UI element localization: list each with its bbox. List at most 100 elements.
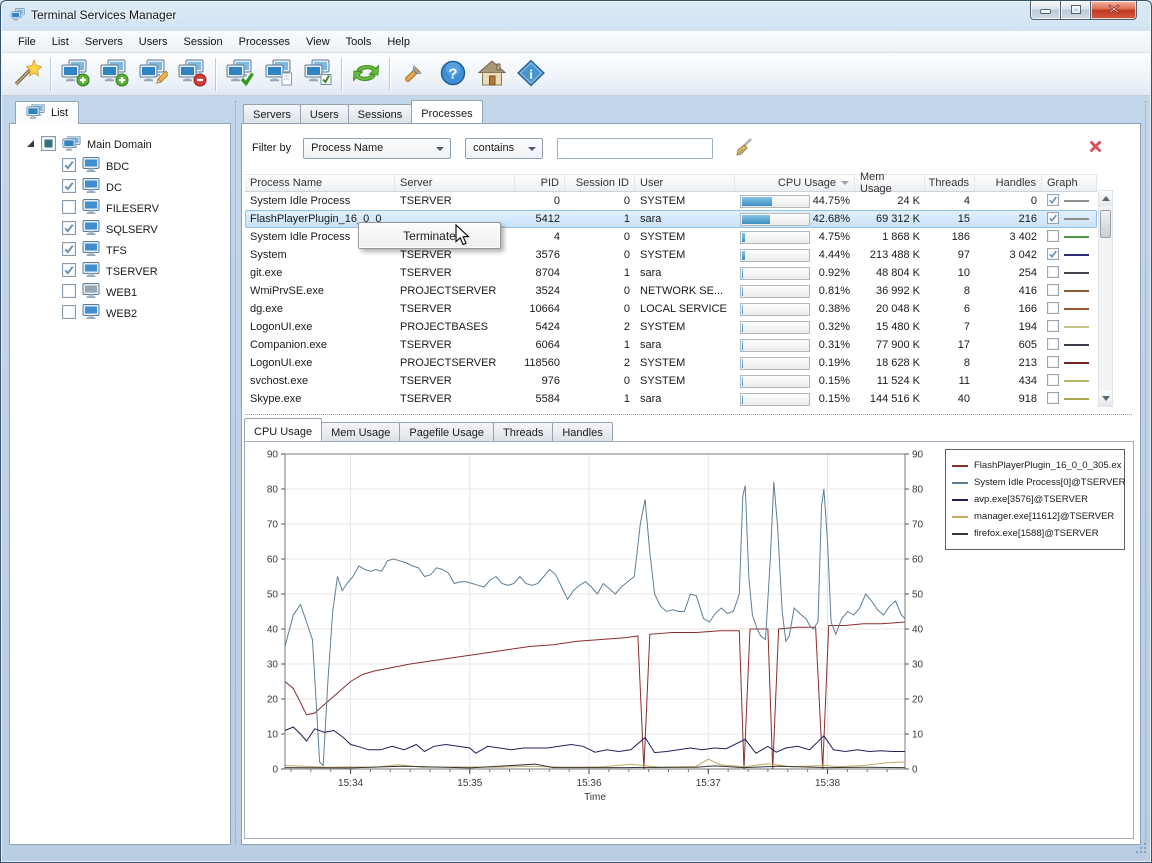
table-row-wmiprvse-exe[interactable]: WmiPrvSE.exe PROJECTSERVER 3524 0 NETWORK SE… [245, 282, 1097, 300]
server-checkbox-tfs[interactable] [62, 242, 76, 259]
tree-item-bdc[interactable]: BDC [14, 156, 226, 177]
graph-checkbox[interactable] [1047, 265, 1059, 281]
remove-server-button[interactable] [172, 55, 211, 93]
server-checkbox-fileserv[interactable] [62, 200, 76, 217]
scrollbar-up-button[interactable] [1099, 191, 1112, 206]
graph-checkbox[interactable] [1047, 193, 1059, 209]
table-row-skype-exe[interactable]: Skype.exe TSERVER 5584 1 sara 0.15% 144 516 K 4… [245, 390, 1097, 408]
column-header-user[interactable]: User [635, 175, 735, 191]
help-button[interactable]: ? [433, 55, 472, 93]
table-scrollbar[interactable] [1098, 190, 1113, 407]
graph-checkbox[interactable] [1047, 229, 1059, 245]
home-button[interactable] [472, 55, 511, 93]
column-header-mem[interactable]: Mem Usage [855, 171, 925, 195]
graph-checkbox[interactable] [1047, 211, 1059, 227]
menu-processes[interactable]: Processes [231, 33, 298, 51]
filter-field-select[interactable]: Process Name [303, 137, 452, 159]
table-row-system-idle-process[interactable]: System Idle Process TSERVER 0 0 SYSTEM 44.75%… [245, 192, 1097, 210]
server-checkbox-sqlserv[interactable] [62, 221, 76, 238]
root-checkbox[interactable] [41, 136, 56, 154]
refresh-button[interactable] [346, 55, 385, 93]
menu-users[interactable]: Users [131, 33, 176, 51]
graph-checkbox[interactable] [1047, 355, 1059, 371]
scrollbar-thumb[interactable] [1100, 210, 1111, 238]
table-row-git-exe[interactable]: git.exe TSERVER 8704 1 sara 0.92% 48 804 K 10 25… [245, 264, 1097, 282]
tab-servers[interactable]: Servers [243, 104, 301, 123]
add-server-group-button[interactable] [94, 55, 133, 93]
edit-server-button[interactable] [133, 55, 172, 93]
chart-tab-cpu-usage[interactable]: CPU Usage [244, 418, 323, 441]
close-filter-button[interactable] [1086, 139, 1104, 157]
chart-tab-threads[interactable]: Threads [492, 422, 554, 441]
table-row-svchost-exe[interactable]: svchost.exe TSERVER 976 0 SYSTEM 0.15% 11 524 … [245, 372, 1097, 390]
column-header-name[interactable]: Process Name [245, 175, 395, 191]
select-sessions-button[interactable] [298, 55, 337, 93]
close-button[interactable] [1090, 1, 1137, 20]
connect-server-button[interactable] [220, 55, 259, 93]
menu-list[interactable]: List [44, 33, 77, 51]
tree-item-tfs[interactable]: TFS [14, 240, 226, 261]
vertical-splitter[interactable] [235, 101, 239, 845]
graph-checkbox[interactable] [1047, 283, 1059, 299]
server-checkbox-tserver[interactable] [62, 263, 76, 280]
chart-tab-mem-usage[interactable]: Mem Usage [321, 422, 401, 441]
tree-item-fileserv[interactable]: FILESERV [14, 198, 226, 219]
graph-checkbox[interactable] [1047, 391, 1059, 407]
column-header-handles[interactable]: Handles [975, 175, 1042, 191]
column-header-session[interactable]: Session ID [565, 175, 635, 191]
tab-processes[interactable]: Processes [411, 100, 483, 123]
tree-item-web2[interactable]: WEB2 [14, 303, 226, 324]
scrollbar-down-button[interactable] [1099, 391, 1112, 406]
title-bar[interactable]: Terminal Services Manager [1, 1, 1151, 30]
graph-checkbox[interactable] [1047, 337, 1059, 353]
column-header-cpu[interactable]: CPU Usage [735, 175, 855, 191]
column-header-pid[interactable]: PID [515, 175, 565, 191]
menu-file[interactable]: File [10, 33, 44, 51]
graph-checkbox[interactable] [1047, 373, 1059, 389]
clear-filter-button[interactable] [731, 136, 755, 160]
menu-help[interactable]: Help [379, 33, 418, 51]
add-server-button[interactable] [55, 55, 94, 93]
menu-servers[interactable]: Servers [77, 33, 131, 51]
column-header-server[interactable]: Server [395, 175, 515, 191]
column-header-graph[interactable]: Graph [1042, 175, 1097, 191]
about-info-button[interactable]: i [511, 55, 550, 93]
horizontal-splitter[interactable] [245, 414, 1132, 415]
tree-item-web1[interactable]: WEB1 [14, 282, 226, 303]
sidebar-tab-list[interactable]: List [15, 101, 80, 124]
server-checkbox-web2[interactable] [62, 305, 76, 322]
filter-operator-select[interactable]: contains [465, 137, 544, 159]
tree-item-dc[interactable]: DC [14, 177, 226, 198]
vertical-splitter-right[interactable] [1145, 101, 1146, 845]
filter-text-input[interactable] [557, 137, 714, 159]
graph-checkbox[interactable] [1047, 301, 1059, 317]
server-checkbox-web1[interactable] [62, 284, 76, 301]
table-row-companion-exe[interactable]: Companion.exe TSERVER 6064 1 sara 0.31% 77 900… [245, 336, 1097, 354]
table-row-dg-exe[interactable]: dg.exe TSERVER 10664 0 LOCAL SERVICE 0.38% 20 … [245, 300, 1097, 318]
tab-users[interactable]: Users [299, 104, 349, 123]
graph-checkbox[interactable] [1047, 319, 1059, 335]
tab-sessions[interactable]: Sessions [347, 104, 413, 123]
menu-session[interactable]: Session [176, 33, 231, 51]
server-checkbox-bdc[interactable] [62, 158, 76, 175]
chart-tab-pagefile-usage[interactable]: Pagefile Usage [399, 422, 494, 441]
tree-item-tserver[interactable]: TSERVER [14, 261, 226, 282]
context-menu-item-terminate[interactable]: Terminate [403, 229, 456, 243]
minimize-button[interactable] [1030, 1, 1061, 20]
menu-view[interactable]: View [298, 33, 338, 51]
chart-tab-handles[interactable]: Handles [552, 422, 613, 441]
graph-checkbox[interactable] [1047, 247, 1059, 263]
menu-tools[interactable]: Tools [338, 33, 380, 51]
tree-item-sqlserv[interactable]: SQLSERV [14, 219, 226, 240]
disconnect-server-button[interactable] [259, 55, 298, 93]
resize-grip[interactable] [1134, 841, 1148, 860]
table-row-logonui-exe[interactable]: LogonUI.exe PROJECTBASES 5424 2 SYSTEM 0.32% 1… [245, 318, 1097, 336]
maximize-button[interactable] [1060, 1, 1091, 20]
magic-wand-button[interactable] [7, 55, 46, 93]
tree-root-main-domain[interactable]: Main Domain [14, 134, 226, 156]
server-checkbox-dc[interactable] [62, 179, 76, 196]
tree-expander-icon[interactable] [26, 139, 35, 151]
table-row-logonui-exe[interactable]: LogonUI.exe PROJECTSERVER 118560 2 SYSTEM 0.1… [245, 354, 1097, 372]
column-header-threads[interactable]: Threads [925, 175, 975, 191]
options-wrench-button[interactable] [394, 55, 433, 93]
